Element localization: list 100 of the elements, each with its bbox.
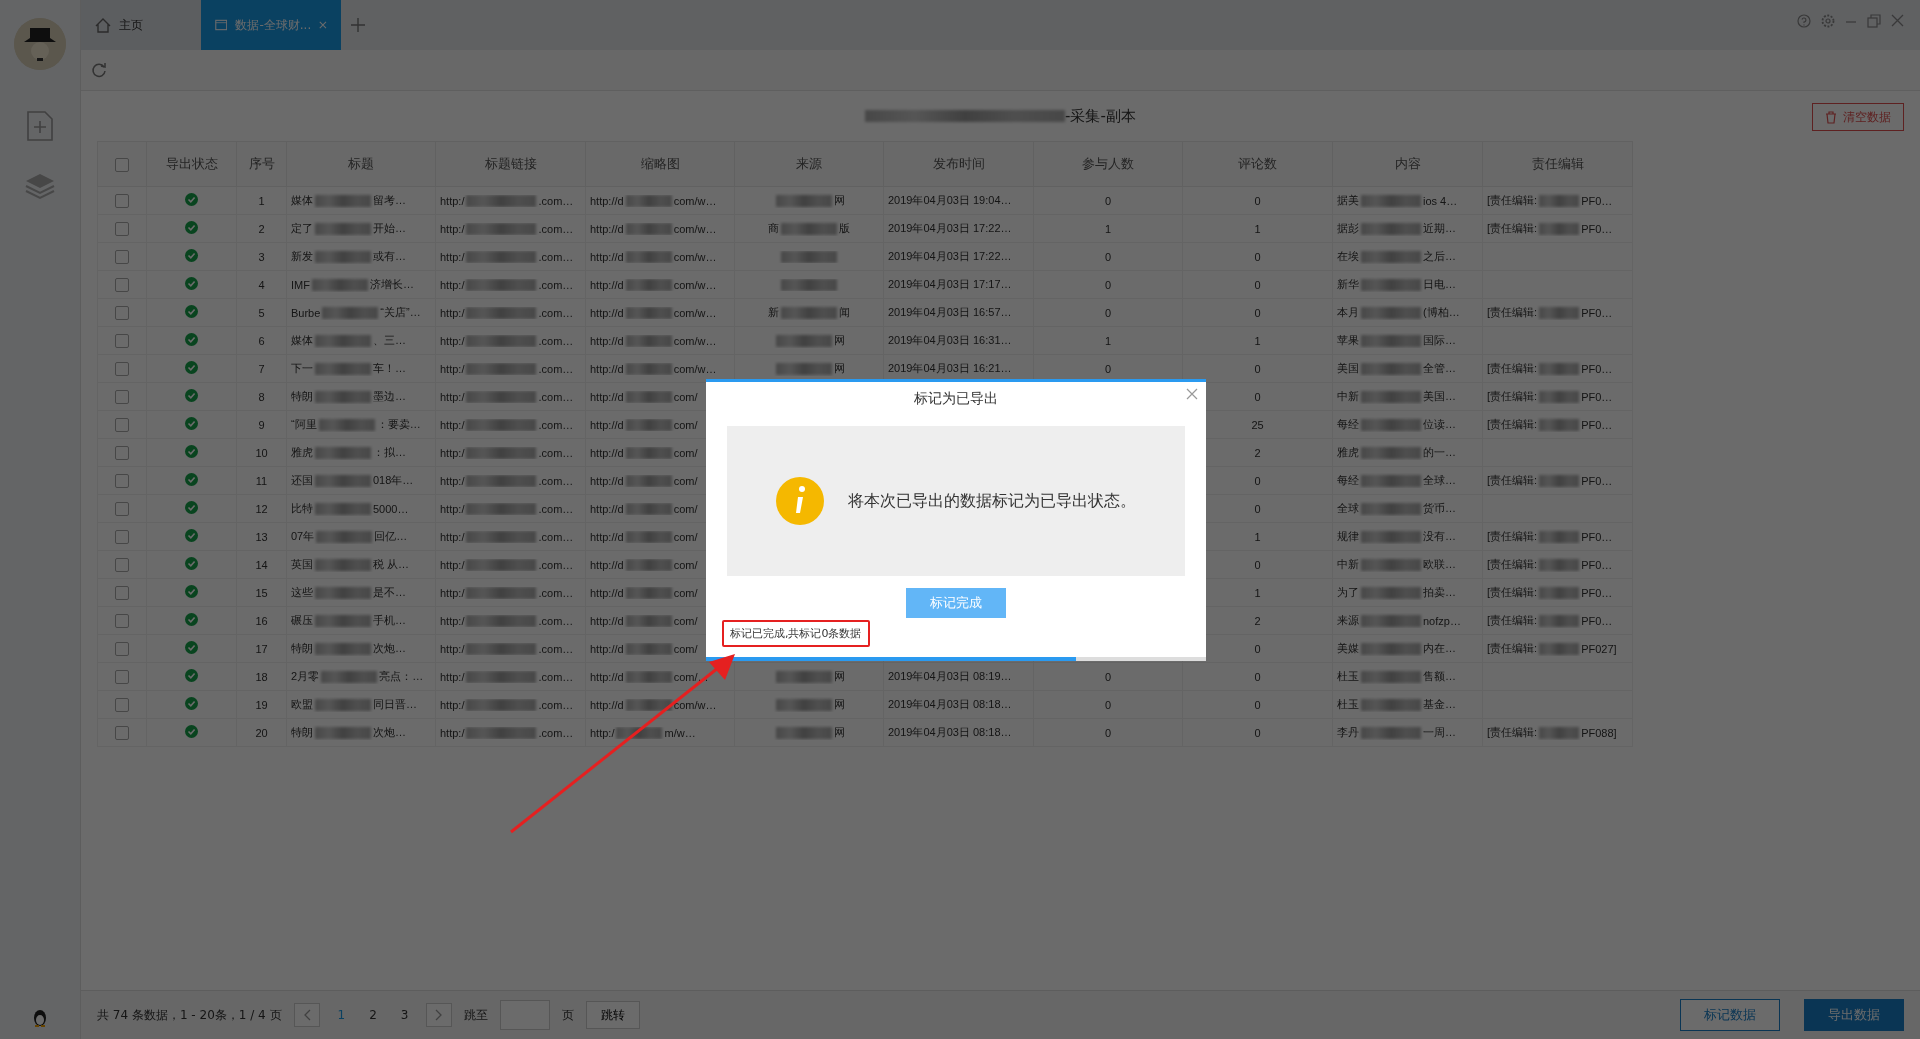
column-header[interactable]: 导出状态: [165, 156, 218, 171]
table-cell: 25: [1251, 418, 1264, 431]
add-tab-icon[interactable]: [351, 18, 365, 32]
page-link[interactable]: 1: [331, 1008, 352, 1022]
table-cell: [责任编辑:: [1487, 389, 1538, 404]
checkbox[interactable]: [115, 249, 129, 264]
row-number: 15: [255, 586, 268, 599]
redaction-blur: [775, 726, 832, 739]
table-cell: 杜玉: [1337, 669, 1359, 684]
page-link[interactable]: 3: [394, 1008, 415, 1022]
column-header[interactable]: 参与人数: [1082, 156, 1134, 171]
redaction-blur: [775, 362, 832, 375]
checkbox[interactable]: [115, 361, 129, 376]
table-cell: 欧联…: [1423, 557, 1456, 572]
mark-complete-button[interactable]: 标记完成: [906, 588, 1006, 618]
close-icon[interactable]: [1891, 14, 1904, 27]
table-cell: http://d: [590, 558, 624, 571]
goto-button[interactable]: 跳转: [586, 1001, 641, 1029]
checkbox[interactable]: [115, 697, 129, 712]
column-header[interactable]: 责任编辑: [1531, 156, 1584, 171]
clear-data-button[interactable]: 清空数据: [1812, 103, 1904, 131]
table-cell: http://d: [590, 614, 624, 627]
checkbox[interactable]: [115, 193, 129, 208]
checkbox[interactable]: [115, 473, 129, 488]
redaction-blur: [1361, 306, 1421, 319]
table-cell: 回亿…: [374, 529, 408, 544]
checkbox[interactable]: [115, 157, 129, 172]
column-header[interactable]: 标题链接: [484, 156, 537, 171]
table-cell: ：要卖…: [376, 417, 421, 432]
table-cell: 同日晋…: [373, 697, 417, 712]
goto-label: 跳至: [464, 1006, 489, 1024]
table-cell: http://d: [590, 194, 624, 207]
checkbox[interactable]: [115, 529, 129, 544]
redaction-blur: [316, 530, 373, 543]
table-cell: 美国…: [1423, 389, 1456, 404]
column-header[interactable]: 序号: [248, 156, 275, 171]
redaction-blur: [315, 698, 371, 711]
table-cell: com/w…: [673, 194, 717, 207]
column-header[interactable]: 评论数: [1238, 156, 1277, 171]
checkbox[interactable]: [115, 333, 129, 348]
table-cell: [责任编辑:: [1487, 585, 1538, 600]
redaction-blur: [625, 670, 672, 683]
table-cell: 拍卖…: [1423, 585, 1456, 600]
checkbox[interactable]: [115, 417, 129, 432]
checkbox[interactable]: [115, 445, 129, 460]
column-header[interactable]: 发布时间: [932, 156, 985, 171]
table-cell: http:/: [440, 586, 465, 599]
checkbox[interactable]: [115, 613, 129, 628]
help-icon[interactable]: [1797, 14, 1811, 28]
table-cell: 1: [1254, 222, 1261, 235]
checkbox[interactable]: [115, 585, 129, 600]
page-link[interactable]: 2: [363, 1008, 383, 1022]
mark-button[interactable]: 标记数据: [1680, 999, 1780, 1031]
checkbox[interactable]: [115, 221, 129, 236]
page-title: -采集-副本: [1065, 106, 1136, 126]
checkbox[interactable]: [115, 277, 129, 292]
column-header[interactable]: 标题: [348, 156, 374, 171]
refresh-icon[interactable]: [91, 62, 107, 78]
redaction-blur: [1361, 670, 1421, 683]
add-file-icon[interactable]: [26, 110, 54, 142]
table-cell: 2: [1254, 614, 1261, 627]
table-cell: com/: [673, 390, 698, 403]
checkbox[interactable]: [115, 389, 129, 404]
column-header[interactable]: 内容: [1394, 156, 1421, 171]
column-header[interactable]: 来源: [796, 156, 822, 171]
home-icon: [95, 17, 111, 33]
layers-icon[interactable]: [24, 172, 56, 200]
table-cell: 0: [1104, 726, 1112, 739]
table-cell: 车！…: [373, 361, 406, 376]
table-cell: http://d: [590, 446, 624, 459]
table-cell: 媒体: [291, 193, 313, 208]
restore-icon[interactable]: [1867, 14, 1881, 28]
checkbox[interactable]: [115, 669, 129, 684]
checkbox[interactable]: [115, 305, 129, 320]
redaction-blur: [315, 362, 371, 375]
checkbox[interactable]: [115, 557, 129, 572]
checkbox[interactable]: [115, 641, 129, 656]
table-cell: com/w…: [673, 334, 717, 347]
tab[interactable]: 主页: [81, 0, 201, 50]
previous-page-button[interactable]: [293, 1003, 320, 1027]
column-header[interactable]: 缩略图: [640, 156, 680, 171]
settings-icon[interactable]: [1821, 14, 1835, 28]
table-cell: .com…: [538, 586, 574, 599]
table-cell: PF0…: [1581, 194, 1613, 207]
penguin-icon[interactable]: [32, 1009, 48, 1027]
table-cell: [责任编辑:: [1487, 557, 1538, 572]
redaction-blur: [466, 586, 537, 599]
checkbox[interactable]: [115, 501, 129, 516]
row-number: 16: [255, 614, 268, 627]
redaction-blur: [625, 586, 672, 599]
redaction-blur: [466, 670, 537, 683]
next-page-button[interactable]: [426, 1003, 453, 1027]
checkbox[interactable]: [115, 725, 129, 740]
tab[interactable]: 数据-全球财...: [201, 0, 341, 50]
table-cell: com/: [673, 446, 698, 459]
table-cell: 济增长…: [369, 277, 414, 292]
table-cell: com/w…: [673, 698, 717, 711]
table-cell: com/: [673, 642, 698, 655]
redaction-blur: [625, 474, 672, 487]
export-button[interactable]: 导出数据: [1804, 999, 1904, 1031]
